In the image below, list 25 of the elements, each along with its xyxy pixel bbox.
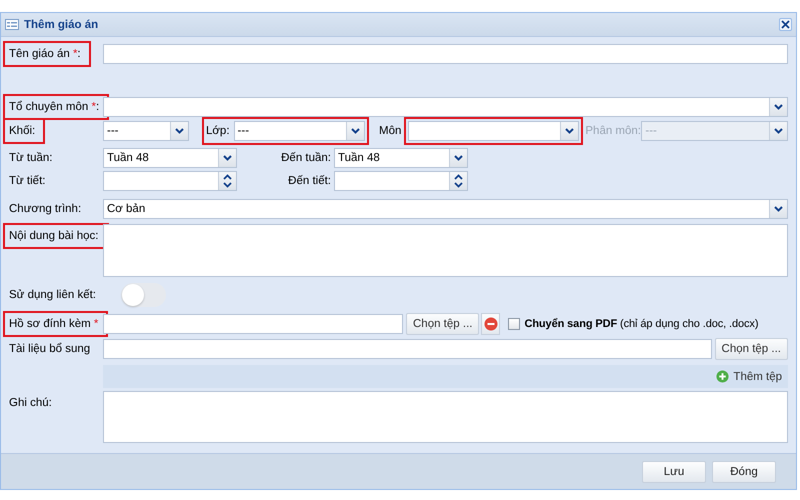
- dialog-button[interactable]: Lưu: [642, 460, 706, 482]
- field-label: Tài liệu bổ sung: [9, 343, 90, 355]
- window-title: Thêm giáo án: [24, 18, 98, 30]
- field-label: Lớp:: [206, 125, 230, 137]
- field-label: Sử dụng liên kết:: [9, 289, 96, 301]
- dropdown[interactable]: Tuần 48: [334, 148, 468, 168]
- field-label: Đến tiết:: [288, 175, 331, 187]
- field-label: Phân môn:: [585, 125, 641, 137]
- dropdown[interactable]: ---: [234, 121, 365, 141]
- field-label: Ghi chú:: [9, 397, 52, 409]
- checkbox-label: Chuyển sang PDF (chỉ áp dụng cho .doc, .docx): [524, 318, 758, 330]
- field-label: Tên giáo án *:: [3, 41, 91, 67]
- choose-file-button[interactable]: Chọn tệp ...: [714, 338, 788, 360]
- field-label: Môn: [379, 125, 402, 137]
- field-label: Đến tuần:: [281, 152, 331, 164]
- dialog-button[interactable]: Đóng: [712, 460, 776, 482]
- dropdown[interactable]: Tuần 48: [103, 148, 237, 168]
- field-label: Chương trình:: [9, 203, 82, 215]
- dropdown[interactable]: ---: [103, 121, 189, 141]
- choose-file-button[interactable]: Chọn tệp ...: [406, 313, 480, 335]
- field-label: Từ tuần:: [9, 152, 52, 164]
- field-label: Từ tiết:: [9, 175, 46, 187]
- field-label: Khối:: [3, 118, 46, 144]
- dropdown[interactable]: Cơ bản: [103, 199, 788, 219]
- add-file-button[interactable]: Thêm tệp: [714, 368, 784, 385]
